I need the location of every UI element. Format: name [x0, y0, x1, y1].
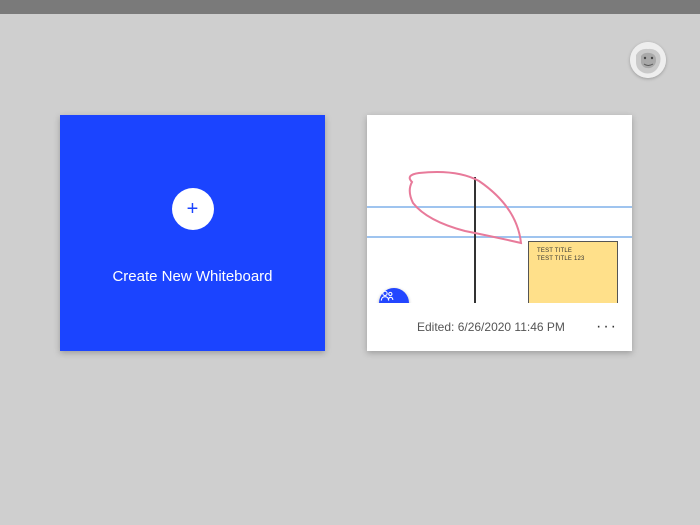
plus-icon: + [172, 188, 214, 230]
sticky-line-1: TEST TITLE [537, 248, 609, 256]
card-menu-button[interactable]: ··· [594, 314, 620, 340]
plus-glyph: + [187, 199, 199, 219]
sticky-line-2: TEST TITLE 123 [537, 256, 609, 264]
avatar-image [630, 42, 666, 78]
edited-label: Edited: 6/26/2020 11:46 PM [417, 320, 565, 334]
edited-prefix: Edited: [417, 320, 454, 334]
window-topbar [0, 0, 700, 14]
create-whiteboard-card[interactable]: + Create New Whiteboard [60, 115, 325, 351]
user-avatar[interactable] [630, 42, 666, 78]
sticky-note: TEST TITLE TEST TITLE 123 [528, 241, 618, 303]
whiteboard-thumbnail: TEST TITLE TEST TITLE 123 [367, 115, 632, 303]
whiteboard-card[interactable]: TEST TITLE TEST TITLE 123 Edited: 6/26/2… [367, 115, 632, 351]
edited-timestamp: 6/26/2020 11:46 PM [458, 320, 565, 334]
invite-icon [379, 288, 395, 303]
create-whiteboard-label: Create New Whiteboard [112, 268, 272, 305]
whiteboard-gallery: + Create New Whiteboard TEST TITLE TEST … [60, 115, 660, 351]
whiteboard-footer: Edited: 6/26/2020 11:46 PM ··· [367, 303, 632, 351]
